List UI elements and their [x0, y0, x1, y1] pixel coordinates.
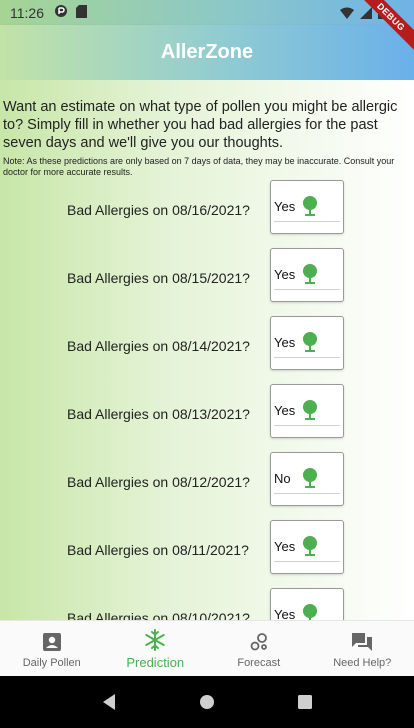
nav-label: Daily Pollen [22, 657, 81, 669]
dropdown-value: Yes [274, 607, 296, 620]
app-title: AllerZone [160, 41, 254, 63]
forum-icon [351, 631, 373, 653]
dropdown-value: Yes [274, 403, 296, 418]
allergy-row: Bad Allergies on 08/11/2021? Yes [0, 520, 414, 588]
dropdown-underline [274, 289, 340, 290]
allergy-question-label: Bad Allergies on 08/14/2021? [67, 338, 250, 354]
nav-label: Prediction [126, 655, 185, 670]
dropdown-value: Yes [274, 199, 296, 214]
allergy-question-label: Bad Allergies on 08/15/2021? [67, 270, 250, 286]
back-icon[interactable] [99, 692, 119, 712]
intro-text: Want an estimate on what type of pollen … [3, 99, 398, 151]
nav-daily-pollen[interactable]: Daily Pollen [0, 621, 104, 676]
tree-icon [301, 603, 319, 620]
prediction-content[interactable]: Want an estimate on what type of pollen … [0, 80, 414, 620]
dropdown-underline [274, 561, 340, 562]
dropdown-value: Yes [274, 335, 296, 350]
tree-icon [301, 331, 319, 353]
allergy-dropdown[interactable]: No [270, 452, 344, 506]
dropdown-underline [274, 357, 340, 358]
sd-card-icon [76, 4, 87, 21]
allergy-question-label: Bad Allergies on 08/10/2021? [67, 610, 250, 620]
account-box-icon [41, 631, 63, 653]
nav-label: Forecast [237, 657, 281, 669]
dropdown-value: Yes [274, 539, 296, 554]
status-time: 11:26 [10, 4, 44, 21]
bubbles-icon [248, 631, 270, 653]
allergy-question-label: Bad Allergies on 08/11/2021? [67, 542, 249, 558]
allergy-question-label: Bad Allergies on 08/16/2021? [67, 202, 250, 218]
dropdown-value: No [274, 471, 291, 486]
allergy-row: Bad Allergies on 08/10/2021? Yes [0, 588, 414, 620]
allergy-rows: Bad Allergies on 08/16/2021? Yes Bad All… [0, 180, 414, 620]
dropdown-underline [274, 493, 340, 494]
tree-icon [301, 467, 319, 489]
allergy-dropdown[interactable]: Yes [270, 588, 344, 620]
allergy-dropdown[interactable]: Yes [270, 520, 344, 574]
bottom-nav: Daily Pollen Prediction Forecast Need He… [0, 620, 414, 676]
signal-icon [360, 6, 372, 22]
disclaimer-note: Note: As these predictions are only base… [3, 156, 395, 177]
app-bar: AllerZone [0, 25, 414, 80]
system-nav-bar [0, 676, 414, 728]
allergy-question-label: Bad Allergies on 08/13/2021? [67, 406, 250, 422]
dropdown-value: Yes [274, 267, 296, 282]
allergy-row: Bad Allergies on 08/16/2021? Yes [0, 180, 414, 248]
allergy-row: Bad Allergies on 08/13/2021? Yes [0, 384, 414, 452]
allergy-question-label: Bad Allergies on 08/12/2021? [67, 474, 250, 490]
allergy-dropdown[interactable]: Yes [270, 180, 344, 234]
tree-icon [301, 535, 319, 557]
nav-need-help[interactable]: Need Help? [311, 621, 414, 676]
nav-forecast[interactable]: Forecast [207, 621, 311, 676]
dropdown-underline [274, 425, 340, 426]
dropdown-underline [274, 221, 340, 222]
snowflake-icon [144, 629, 166, 651]
allergy-dropdown[interactable]: Yes [270, 248, 344, 302]
nav-label: Need Help? [333, 657, 392, 669]
allergy-dropdown[interactable]: Yes [270, 384, 344, 438]
allergy-row: Bad Allergies on 08/15/2021? Yes [0, 248, 414, 316]
nav-prediction[interactable]: Prediction [104, 621, 208, 676]
tree-icon [301, 399, 319, 421]
wifi-icon [340, 6, 354, 22]
tree-icon [301, 263, 319, 285]
vpn-icon [54, 4, 68, 21]
allergy-dropdown[interactable]: Yes [270, 316, 344, 370]
allergy-row: Bad Allergies on 08/14/2021? Yes [0, 316, 414, 384]
recents-icon[interactable] [295, 692, 315, 712]
home-icon[interactable] [197, 692, 217, 712]
allergy-row: Bad Allergies on 08/12/2021? No [0, 452, 414, 520]
tree-icon [301, 195, 319, 217]
status-bar: 11:26 DEBUG [0, 0, 414, 54]
